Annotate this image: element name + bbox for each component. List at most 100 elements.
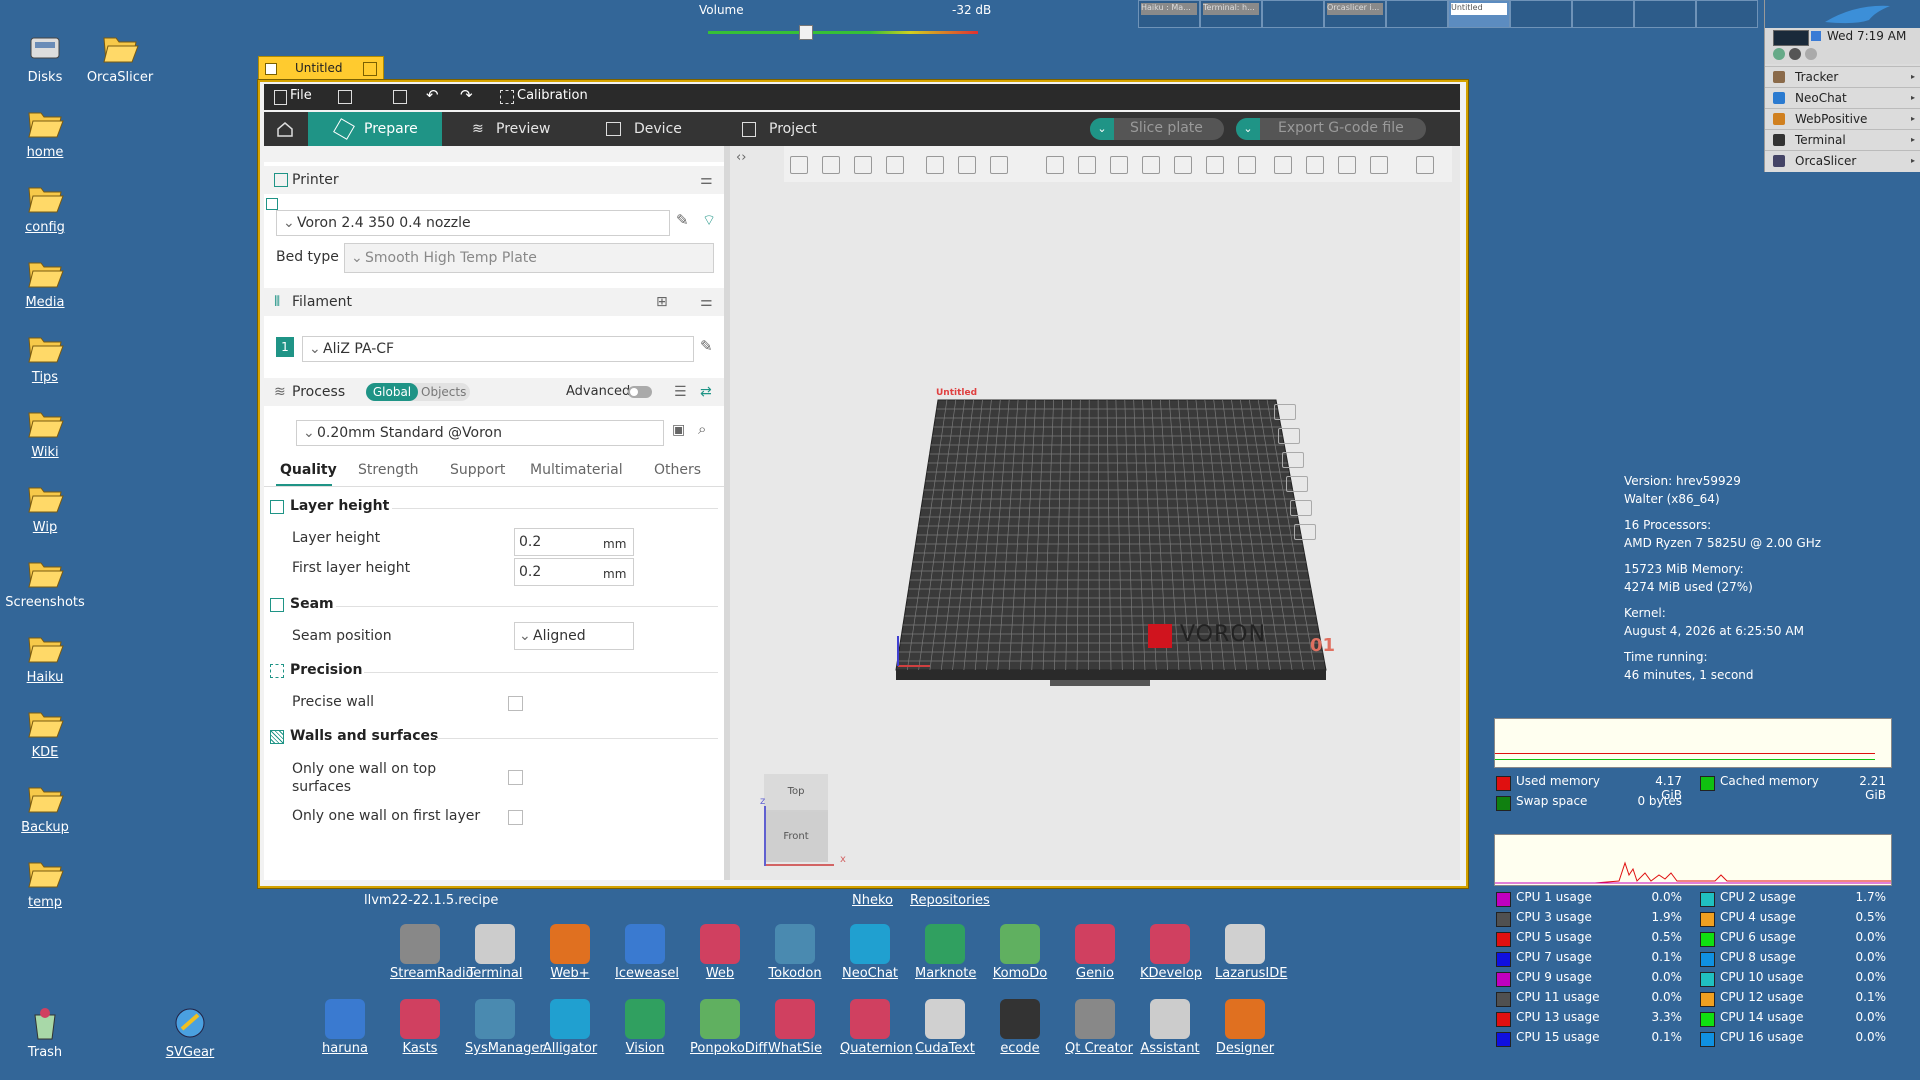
workspace-7[interactable] (1510, 0, 1572, 28)
zoom-box-icon[interactable] (363, 62, 377, 76)
volume-control[interactable]: Volume -32 dB (690, 0, 1010, 40)
file-menu[interactable]: File (290, 88, 312, 103)
desktop-icon-orcaslicer[interactable]: OrcaSlicer (70, 28, 170, 85)
printer-settings-icon[interactable]: ⚌ (700, 166, 713, 194)
desktop-icon-home[interactable]: home (0, 103, 95, 160)
export-gcode-button[interactable]: ⌄ Export G-code file (1236, 118, 1426, 140)
workspace-5[interactable] (1386, 0, 1448, 28)
subtab-quality[interactable]: Quality (280, 462, 337, 478)
close-box-icon[interactable] (265, 63, 277, 75)
deskbar-item-neochat[interactable]: NeoChat ▸ (1765, 87, 1920, 108)
window-tab[interactable]: Untitled (258, 56, 384, 82)
save-icon[interactable] (393, 90, 407, 104)
plate-settings-icon[interactable] (1290, 500, 1312, 516)
subtab-others[interactable]: Others (654, 462, 701, 478)
global-objects-toggle[interactable]: Global Objects (366, 383, 470, 401)
workspace-1[interactable]: Haiku : Ma... (1138, 0, 1200, 28)
filament-slot-badge[interactable]: 1 (276, 337, 294, 357)
launcher-quaternion[interactable]: Quaternion (840, 999, 913, 1056)
tab-home[interactable] (264, 112, 306, 146)
list-icon[interactable] (338, 90, 352, 104)
precise-wall-checkbox[interactable] (508, 696, 523, 711)
desktop-icon-temp[interactable]: temp (0, 853, 95, 910)
wifi-icon[interactable]: ⌔ (702, 211, 716, 230)
subtab-strength[interactable]: Strength (358, 462, 419, 478)
network-icon[interactable] (1811, 31, 1821, 41)
workspace-6[interactable]: Untitled (1448, 0, 1510, 28)
launcher-ponpokodiff[interactable]: PonpokoDiff (690, 999, 767, 1056)
desktop-icon-tips[interactable]: Tips (0, 328, 95, 385)
desktop-icon-media[interactable]: Media (0, 253, 95, 310)
filament-section-header[interactable]: ⦀ Filament ⊞ ⚌ (264, 288, 724, 316)
deskbar-item-tracker[interactable]: Tracker ▸ (1765, 66, 1920, 87)
launcher-komodo[interactable]: KomoDo (990, 924, 1050, 981)
seam-position-dropdown[interactable]: ⌄ Aligned (514, 622, 634, 650)
launcher-genio[interactable]: Genio (1065, 924, 1125, 981)
printer-preset-dropdown[interactable]: ⌄ Voron 2.4 350 0.4 nozzle (276, 210, 670, 236)
close-plate-icon[interactable] (1274, 404, 1296, 420)
workspace-4[interactable]: Orcaslicer i... (1324, 0, 1386, 28)
launcher-web-[interactable]: Web+ (540, 924, 600, 981)
volume-track[interactable] (708, 31, 978, 34)
add-filament-icon[interactable]: ⊞ (656, 288, 668, 316)
tab-preview[interactable]: ≋ Preview (444, 112, 574, 146)
volume-slider-knob[interactable] (799, 25, 814, 40)
workspace-10[interactable] (1696, 0, 1758, 28)
launcher-terminal[interactable]: Terminal (465, 924, 525, 981)
launcher-kdevelop[interactable]: KDevelop (1140, 924, 1202, 981)
subtab-support[interactable]: Support (450, 462, 505, 478)
compare-icon[interactable]: ☰ (674, 378, 687, 406)
redo-icon[interactable]: ↷ (460, 86, 473, 104)
desktop-icon-backup[interactable]: Backup (0, 778, 95, 835)
repositories-link[interactable]: Repositories (910, 893, 990, 908)
tray-icon-2[interactable] (1789, 48, 1801, 60)
launcher-sysmanager[interactable]: SysManager (465, 999, 545, 1056)
chevron-down-icon[interactable]: ⌄ (1236, 118, 1260, 140)
desktop-icon-config[interactable]: config (0, 178, 95, 235)
tray-icon-1[interactable] (1773, 48, 1785, 60)
desktop-icon-wip[interactable]: Wip (0, 478, 95, 535)
launcher-alligator[interactable]: Alligator (540, 999, 600, 1056)
lock-plate-icon[interactable] (1286, 476, 1308, 492)
edit-printer-icon[interactable]: ✎ (676, 211, 689, 229)
slice-plate-button[interactable]: ⌄ Slice plate (1090, 118, 1224, 140)
calibration-menu[interactable]: Calibration (517, 88, 588, 103)
first-layer-height-input[interactable]: 0.2 mm (514, 558, 634, 586)
one-wall-top-checkbox[interactable] (508, 770, 523, 785)
workspace-8[interactable] (1572, 0, 1634, 28)
cpu-meter-icon[interactable] (1773, 30, 1809, 46)
desktop-icon-svgear[interactable]: SVGear (140, 1003, 240, 1060)
deskbar-item-terminal[interactable]: Terminal ▸ (1765, 129, 1920, 150)
deskbar-item-orcaslicer[interactable]: OrcaSlicer ▸ (1765, 150, 1920, 171)
launcher-designer[interactable]: Designer (1215, 999, 1275, 1056)
launcher-vision[interactable]: Vision (615, 999, 675, 1056)
launcher-ecode[interactable]: ecode (990, 999, 1050, 1056)
launcher-whatsie[interactable]: WhatSie (765, 999, 825, 1056)
orient-plate-icon[interactable] (1278, 428, 1300, 444)
undo-icon[interactable]: ↶ (426, 86, 439, 104)
tab-device[interactable]: Device (580, 112, 708, 146)
printer-section-header[interactable]: Printer ⚌ (264, 166, 724, 194)
deskbar-logo[interactable] (1765, 0, 1920, 28)
tab-prepare[interactable]: Prepare (308, 112, 442, 146)
one-wall-first-checkbox[interactable] (508, 810, 523, 825)
search-icon[interactable]: ⌕ (698, 420, 706, 438)
desktop-icon-haiku[interactable]: Haiku (0, 628, 95, 685)
process-settings-icon[interactable]: ⇄ (700, 378, 712, 406)
workspace-9[interactable] (1634, 0, 1696, 28)
tab-project[interactable]: Project (714, 112, 844, 146)
desktop-icon-trash[interactable]: Trash (0, 1003, 95, 1060)
nheko-link[interactable]: Nheko (852, 893, 893, 908)
filament-settings-icon[interactable]: ⚌ (700, 288, 713, 316)
launcher-qt-creator[interactable]: Qt Creator (1065, 999, 1133, 1056)
launcher-lazaruside[interactable]: LazarusIDE (1215, 924, 1287, 981)
deskbar-item-webpositive[interactable]: WebPositive ▸ (1765, 108, 1920, 129)
move-up-icon[interactable] (1294, 524, 1316, 540)
filament-preset-dropdown[interactable]: ⌄ AliZ PA-CF (302, 336, 694, 362)
tray-icon-3[interactable] (1805, 48, 1817, 60)
desktop-icon-screenshots[interactable]: Screenshots (0, 553, 95, 610)
arrange-plate-icon[interactable] (1282, 452, 1304, 468)
desktop-icon-kde[interactable]: KDE (0, 703, 95, 760)
workspace-2[interactable]: Terminal: h... (1200, 0, 1262, 28)
objects-option[interactable]: Objects (421, 383, 466, 401)
